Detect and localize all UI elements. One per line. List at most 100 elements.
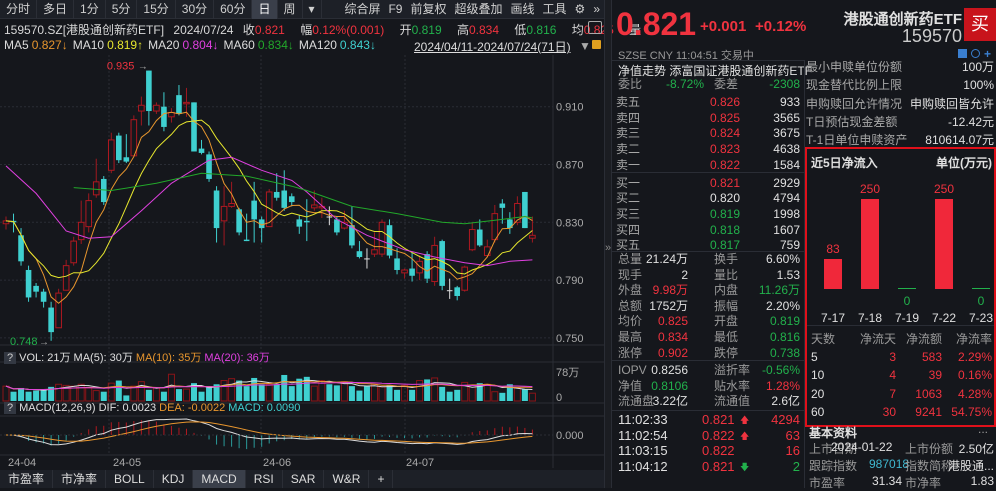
candle-body (491, 213, 499, 241)
info-label: T日预估现金差额 (806, 114, 898, 129)
candle-body (243, 239, 250, 242)
vol-value: VOL: 21万 (19, 352, 71, 364)
macd-value: MACD: 0.0090 (228, 402, 301, 414)
volume-bar (18, 387, 25, 401)
indicator-tab-0[interactable]: 市盈率 (0, 470, 54, 488)
orderbook-row[interactable]: 卖二 0.823 4638 (616, 141, 800, 157)
orderbook-row[interactable]: 买一 0.821 2929 (616, 175, 800, 191)
candle (40, 288, 47, 308)
info-value: -12.42元 (947, 114, 994, 129)
volume-bar (409, 389, 416, 401)
candle-body (439, 241, 445, 286)
indicator-tab-3[interactable]: KDJ (154, 470, 194, 488)
level-label: 卖五 (616, 95, 641, 109)
orderbook-row[interactable]: 卖五 0.826 933 (616, 94, 800, 110)
stat-value: 2.20% (765, 298, 800, 313)
orderbook-row[interactable]: 买三 0.819 1998 (616, 206, 800, 222)
candle (161, 92, 167, 132)
volume-bar (182, 388, 190, 402)
orderbook-row[interactable]: 卖一 0.822 1584 (616, 157, 800, 173)
panel-divider[interactable]: » (604, 0, 612, 488)
candle (48, 301, 54, 341)
candle (507, 212, 513, 234)
flow-table-cell: 1063 (915, 386, 942, 401)
flow-table-cell: 10 (811, 368, 825, 383)
indicator-tab-5[interactable]: RSI (246, 470, 283, 488)
volume-bar (468, 384, 476, 402)
basic-value: 2024-01-22 (831, 440, 893, 454)
volume-bar (123, 395, 130, 401)
diff-label: 委差 (714, 77, 739, 91)
stat-value: 0.816 (769, 330, 800, 344)
level-label: 卖二 (616, 142, 641, 157)
flow-bar (824, 259, 842, 289)
indicator-tab-8[interactable]: + (369, 470, 394, 488)
volume-bar (491, 391, 499, 402)
stat-value: 21.24万 (645, 252, 688, 266)
basic-value[interactable]: 987018 (869, 457, 909, 471)
refresh-icon[interactable] (971, 49, 980, 58)
stat-value: 3.22亿 (652, 394, 688, 409)
stat-value: 6.60% (765, 252, 800, 266)
level-volume: 2929 (773, 175, 800, 190)
help-icon[interactable]: ? (4, 402, 17, 414)
indicator-tab-7[interactable]: W&R (324, 470, 370, 488)
edit-icon[interactable] (958, 49, 967, 58)
candle-body (198, 148, 205, 153)
trade-volume: 63 (785, 427, 800, 443)
x-tick-label: 24-07 (406, 457, 434, 469)
stat-label: 量比 (714, 267, 739, 282)
orderbook-row[interactable]: 卖三 0.824 3675 (616, 125, 800, 141)
expand-icon[interactable]: » (605, 242, 611, 254)
indicator-tab-4[interactable]: MACD (193, 470, 246, 488)
candle (288, 193, 295, 207)
stat-row: 外盘 9.98万 内盘 11.26万 (616, 282, 800, 298)
price-change: +0.001 (700, 18, 747, 35)
stat-label: 溢折率 (714, 363, 751, 378)
volume-bar (326, 384, 333, 401)
candle-body (364, 258, 370, 260)
volume-bar (160, 391, 167, 401)
stat-value: 0.834 (657, 330, 688, 344)
candle-body (213, 190, 220, 229)
volume-bar (439, 386, 446, 401)
indicator-tab-2[interactable]: BOLL (106, 470, 154, 488)
stat-value: 1.28% (765, 378, 800, 393)
candle (191, 102, 197, 152)
stat-label: 流通盘 (618, 394, 655, 409)
flow-table-cell: 2.29% (957, 350, 992, 364)
candle-body (371, 249, 378, 255)
net-inflow-panel: 近5日净流入 单位(万元) 83 7-17 250 7-18 0 7-19 250 7-22 0… (805, 147, 996, 427)
stat-label: 外盘 (618, 283, 643, 298)
volume-bar (454, 389, 461, 401)
indicator-tab-6[interactable]: SAR (283, 470, 325, 488)
orderbook-row[interactable]: 卖四 0.825 3565 (616, 110, 800, 126)
kline-chart[interactable]: 0.9100.8700.8300.7900.7500.935 →0.748 →78万… (0, 0, 604, 470)
candle-body (33, 285, 39, 292)
flow-bar-label: 250 (859, 182, 881, 196)
stat-value: 0.8106 (651, 378, 688, 393)
candle (304, 199, 310, 242)
orderbook-row[interactable]: 买二 0.820 4794 (616, 190, 800, 206)
basic-info-title: 基本资料 (809, 426, 858, 440)
trade-time: 11:04:12 (618, 458, 668, 474)
trade-time: 11:02:33 (618, 412, 668, 427)
candle-body (206, 154, 212, 179)
orderbook-row[interactable]: 买四 0.818 1607 (616, 222, 800, 238)
candle (2, 216, 10, 230)
volume-bar (85, 387, 93, 402)
help-icon[interactable]: ? (4, 352, 17, 364)
volume-bar (513, 387, 521, 402)
arrow-down-icon: 🡇 (740, 461, 750, 472)
basic-label: 市盈率 (809, 476, 846, 490)
indicator-tab-1[interactable]: 市净率 (53, 470, 107, 488)
candle-body (431, 244, 438, 283)
buy-button[interactable]: 买 (964, 8, 996, 41)
flow-table-cell: 20 (811, 386, 825, 401)
volume-bar (483, 383, 491, 402)
more-icon[interactable]: ... (978, 422, 988, 436)
flow-bar-label: 250 (933, 182, 955, 196)
macd-dea: DEA: -0.0022 (159, 402, 226, 414)
volume-bar (363, 386, 370, 401)
basic-value: 31.34 (872, 474, 903, 488)
